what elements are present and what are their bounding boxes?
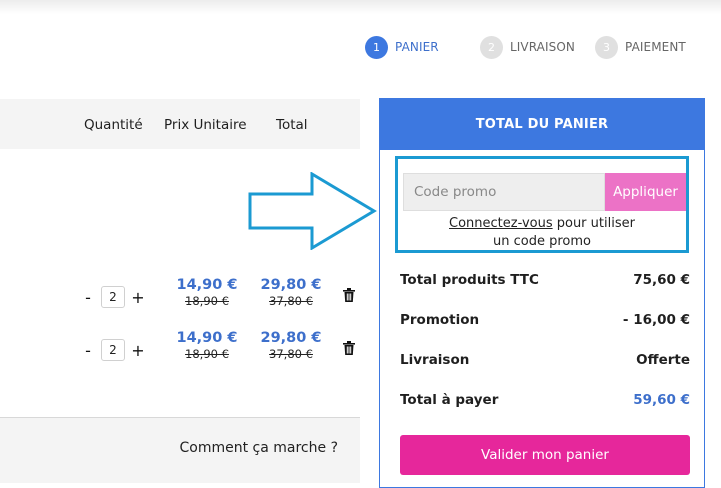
decrement-button[interactable]: - (81, 288, 95, 307)
step-livraison[interactable]: 2 LIVRAISON (480, 35, 575, 59)
header-quantity: Quantité (84, 117, 143, 133)
promo-login-note: Connectez-vous pour utiliser un code pro… (398, 215, 686, 251)
quantity-field[interactable]: 2 (101, 339, 125, 361)
cart-summary-title: TOTAL DU PANIER (380, 99, 704, 150)
summary-label: Promotion (400, 312, 480, 328)
login-link[interactable]: Connectez-vous (449, 216, 553, 231)
callout-arrow-icon (248, 172, 377, 250)
step-label: PAIEMENT (625, 40, 686, 54)
line-total-old: 37,80 € (269, 347, 313, 361)
top-shadow (0, 0, 721, 14)
login-note-text-2: un code promo (493, 234, 591, 249)
summary-row-products: Total produits TTC 75,60 € (400, 272, 690, 288)
step-label: PANIER (395, 40, 439, 54)
step-number: 3 (595, 35, 618, 59)
unit-price-current: 14,90 € (176, 277, 238, 293)
line-total-current: 29,80 € (260, 330, 322, 346)
header-total: Total (276, 117, 308, 133)
cart-summary-panel: TOTAL DU PANIER Code promo Appliquer Con… (379, 98, 705, 488)
unit-price-old: 18,90 € (185, 347, 229, 361)
step-number: 2 (480, 35, 503, 59)
summary-value: Offerte (636, 352, 690, 368)
line-total-current: 29,80 € (260, 277, 322, 293)
summary-value: 75,60 € (633, 272, 690, 288)
summary-row-delivery: Livraison Offerte (400, 352, 690, 368)
quantity-stepper: - 2 + (81, 339, 145, 361)
trash-icon[interactable] (343, 341, 355, 355)
step-label: LIVRAISON (510, 40, 575, 54)
header-unit-price: Prix Unitaire (164, 117, 247, 133)
unit-price: 14,90 € 18,90 € (172, 277, 242, 308)
trash-icon[interactable] (343, 288, 355, 302)
summary-value-total: 59,60 € (633, 392, 690, 408)
line-total-old: 37,80 € (269, 294, 313, 308)
line-total: 29,80 € 37,80 € (256, 330, 326, 361)
login-note-text: pour utiliser (552, 216, 635, 231)
apply-promo-button[interactable]: Appliquer (605, 173, 686, 211)
increment-button[interactable]: + (131, 288, 145, 307)
summary-row-total: Total à payer 59,60 € (400, 392, 690, 408)
how-it-works-panel[interactable]: Comment ça marche ? (0, 417, 360, 483)
quantity-field[interactable]: 2 (101, 286, 125, 308)
unit-price: 14,90 € 18,90 € (172, 330, 242, 361)
how-it-works-link[interactable]: Comment ça marche ? (180, 440, 339, 456)
promo-code-input[interactable]: Code promo (403, 173, 605, 211)
summary-row-promotion: Promotion - 16,00 € (400, 312, 690, 328)
promo-highlight-frame: Code promo Appliquer Connectez-vous pour… (395, 156, 689, 253)
decrement-button[interactable]: - (81, 341, 95, 360)
summary-label: Total à payer (400, 392, 499, 408)
validate-cart-button[interactable]: Valider mon panier (400, 435, 690, 475)
step-panier[interactable]: 1 PANIER (365, 35, 439, 59)
summary-label: Total produits TTC (400, 272, 539, 288)
unit-price-old: 18,90 € (185, 294, 229, 308)
unit-price-current: 14,90 € (176, 330, 238, 346)
step-number: 1 (365, 35, 388, 59)
summary-value: - 16,00 € (622, 312, 690, 328)
increment-button[interactable]: + (131, 341, 145, 360)
step-paiement[interactable]: 3 PAIEMENT (595, 35, 686, 59)
quantity-stepper: - 2 + (81, 286, 145, 308)
line-total: 29,80 € 37,80 € (256, 277, 326, 308)
summary-label: Livraison (400, 352, 470, 368)
